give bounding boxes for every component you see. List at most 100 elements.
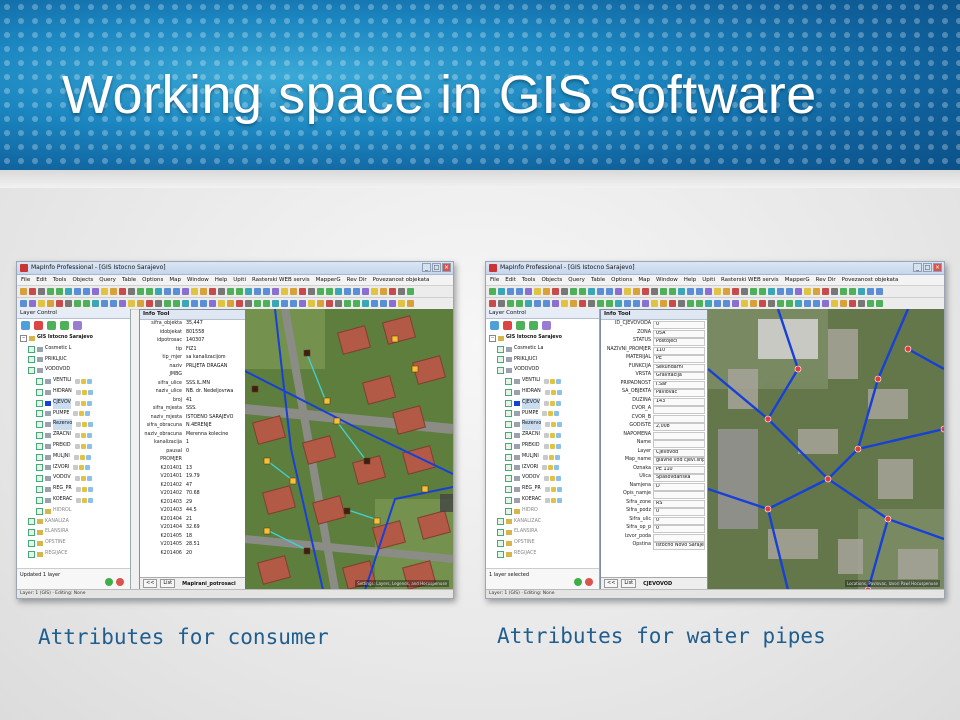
toolbar-tool-icon[interactable] xyxy=(516,288,523,295)
layer-item[interactable]: CJEVOV xyxy=(489,397,599,409)
attribute-value[interactable] xyxy=(653,406,705,414)
menu-item-edit[interactable]: Edit xyxy=(505,275,516,285)
menu-item-help[interactable]: Help xyxy=(684,275,697,285)
toolbar-tool-icon[interactable] xyxy=(633,288,640,295)
map-canvas[interactable] xyxy=(245,309,453,590)
toolbar-tool-icon[interactable] xyxy=(326,300,333,307)
toolbar-tool-icon[interactable] xyxy=(786,300,793,307)
toolbar-tool-icon[interactable] xyxy=(804,288,811,295)
toolbar-tool-icon[interactable] xyxy=(164,300,171,307)
toolbar-tool-icon[interactable] xyxy=(849,300,856,307)
toolbar-tool-icon[interactable] xyxy=(317,300,324,307)
attribute-value[interactable]: Spasovdanska xyxy=(653,474,705,482)
toolbar-tool-icon[interactable] xyxy=(597,288,604,295)
layer-state-icon[interactable] xyxy=(543,400,549,406)
toolbar-tool-icon[interactable] xyxy=(615,300,622,307)
layer-item[interactable]: IZVORI xyxy=(20,463,130,474)
toolbar-tool-icon[interactable] xyxy=(786,288,793,295)
layer-item[interactable]: OPSTINE xyxy=(20,538,130,549)
toolbar-tool-icon[interactable] xyxy=(74,300,81,307)
layer-state-icon[interactable] xyxy=(551,497,557,503)
layer-item[interactable]: KANALIZAC xyxy=(489,517,599,528)
toolbar-tool-icon[interactable] xyxy=(281,300,288,307)
toolbar-tool-icon[interactable] xyxy=(525,300,532,307)
toolbar-tool-icon[interactable] xyxy=(173,300,180,307)
layer-visibility-checkbox[interactable] xyxy=(497,345,504,353)
menu-item-help[interactable]: Help xyxy=(215,275,228,285)
menu-item-table[interactable]: Table xyxy=(591,275,605,285)
layer-item[interactable]: KANALIZA xyxy=(20,517,130,528)
toolbar-tool-icon[interactable] xyxy=(687,288,694,295)
pipe-node-marker[interactable] xyxy=(904,345,912,353)
layer-visibility-checkbox[interactable] xyxy=(36,432,43,440)
consumer-marker[interactable] xyxy=(363,457,371,465)
toolbar-tool-icon[interactable] xyxy=(498,300,505,307)
layer-item[interactable]: ELANSIRA xyxy=(489,527,599,538)
layer-state-icon[interactable] xyxy=(73,465,79,471)
toolbar-tool-icon[interactable] xyxy=(308,288,315,295)
layer-state-icon[interactable] xyxy=(86,443,92,449)
consumer-marker[interactable] xyxy=(289,477,297,485)
layer-item[interactable]: PRIKLJUCI xyxy=(489,355,599,366)
menu-item-edit[interactable]: Edit xyxy=(36,275,47,285)
layer-item[interactable]: REG_PR xyxy=(20,484,130,495)
maximize-button[interactable]: □ xyxy=(923,263,932,272)
toolbar-tool-icon[interactable] xyxy=(218,300,225,307)
toolbar-tool-icon[interactable] xyxy=(633,300,640,307)
toolbar-tool-icon[interactable] xyxy=(29,300,36,307)
layer-state-icon[interactable] xyxy=(82,422,88,428)
layer-state-icon[interactable] xyxy=(74,476,80,482)
layer-visibility-checkbox[interactable] xyxy=(28,518,35,526)
menu-item-file[interactable]: File xyxy=(490,275,499,285)
menu-item-options[interactable]: Options xyxy=(611,275,632,285)
toolbar-tool-icon[interactable] xyxy=(876,300,883,307)
toolbar-tool-icon[interactable] xyxy=(173,288,180,295)
layer-state-icon[interactable] xyxy=(545,497,551,503)
layer-state-icon[interactable] xyxy=(554,411,560,417)
toolbar-tool-icon[interactable] xyxy=(822,300,829,307)
layer-state-icon[interactable] xyxy=(542,465,548,471)
attribute-value[interactable]: 0 xyxy=(653,508,705,516)
toolbar-tool-icon[interactable] xyxy=(200,300,207,307)
toolbar-tool-icon[interactable] xyxy=(570,288,577,295)
layer-visibility-checkbox[interactable] xyxy=(36,421,43,429)
toolbar-tool-icon[interactable] xyxy=(570,300,577,307)
attribute-value[interactable]: Pavlovac xyxy=(653,389,705,397)
toolbar-tool-icon[interactable] xyxy=(101,288,108,295)
layer-item[interactable]: HIDROL xyxy=(20,506,130,517)
attribute-value[interactable]: Sekundarni xyxy=(653,363,705,372)
consumer-marker[interactable] xyxy=(391,335,399,343)
layer-visibility-checkbox[interactable] xyxy=(505,378,512,386)
toolbar-tool-icon[interactable] xyxy=(714,288,721,295)
layer-item[interactable]: PREKID xyxy=(20,441,130,452)
toolbar-tool-icon[interactable] xyxy=(714,300,721,307)
toolbar-tool-icon[interactable] xyxy=(344,300,351,307)
menu-item-upiti[interactable]: Upiti xyxy=(702,275,715,285)
layer-state-icon[interactable] xyxy=(85,465,91,471)
layer-visibility-checkbox[interactable] xyxy=(497,550,504,558)
layer-state-icon[interactable] xyxy=(81,389,87,395)
toolbar-tool-icon[interactable] xyxy=(83,300,90,307)
toolbar-tool-icon[interactable] xyxy=(290,300,297,307)
layer-visibility-checkbox[interactable] xyxy=(497,529,504,537)
layer-state-icon[interactable] xyxy=(543,433,549,439)
toolbar-tool-icon[interactable] xyxy=(687,300,694,307)
layer-state-icon[interactable] xyxy=(80,476,86,482)
toolbar-tool-icon[interactable] xyxy=(47,300,54,307)
attribute-value[interactable]: 110 xyxy=(653,346,705,355)
toolbar-tool-icon[interactable] xyxy=(732,300,739,307)
menu-item-options[interactable]: Options xyxy=(142,275,163,285)
layer-item[interactable]: VENTILI xyxy=(489,376,599,387)
menu-item-rev-dir[interactable]: Rev Dir xyxy=(816,275,836,285)
layer-state-icon[interactable] xyxy=(86,433,92,439)
toolbar-tool-icon[interactable] xyxy=(588,300,595,307)
layer-state-icon[interactable] xyxy=(75,487,81,493)
toolbar-tool-icon[interactable] xyxy=(398,300,405,307)
pipe-node-marker[interactable] xyxy=(884,515,892,523)
layer-visibility-checkbox[interactable] xyxy=(36,442,43,450)
toolbar-tool-icon[interactable] xyxy=(218,288,225,295)
toolbar-tool-icon[interactable] xyxy=(182,288,189,295)
toolbar-tool-icon[interactable] xyxy=(236,300,243,307)
toolbar-tool-icon[interactable] xyxy=(155,288,162,295)
toolbar-tool-icon[interactable] xyxy=(624,288,631,295)
